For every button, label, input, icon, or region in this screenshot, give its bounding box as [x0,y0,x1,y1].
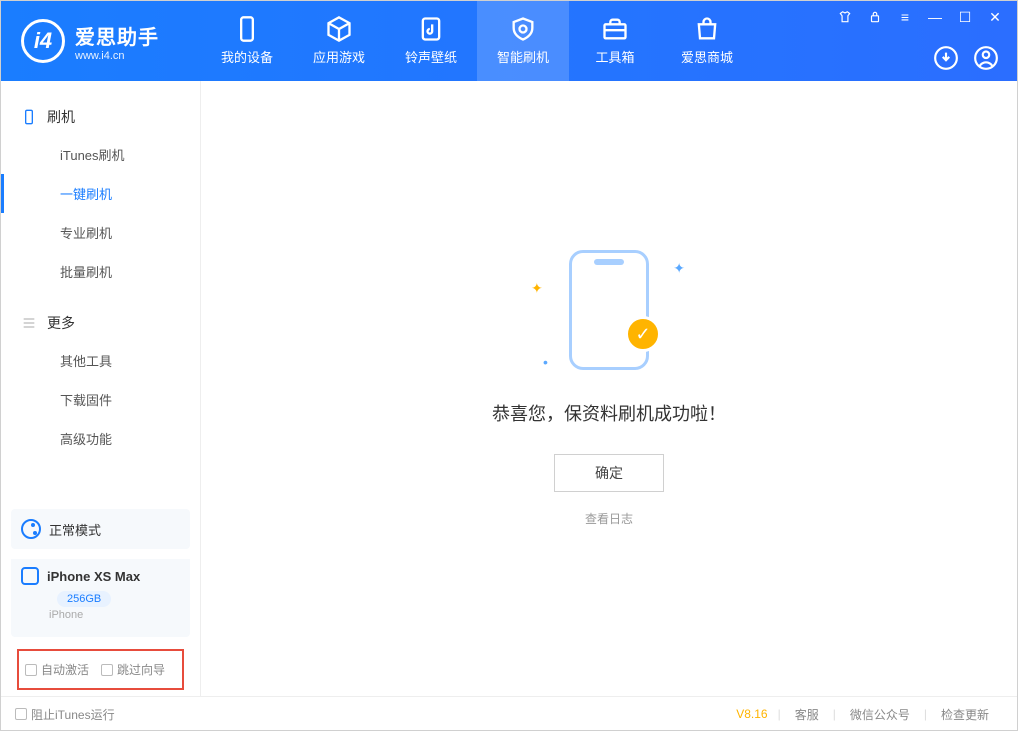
main-content: ✦ ✦ • ✓ 恭喜您，保资料刷机成功啦！ 确定 查看日志 [201,81,1017,696]
footer-link-wechat[interactable]: 微信公众号 [836,706,924,723]
nav-store[interactable]: 爱思商城 [661,1,753,81]
sidebar-item-itunes[interactable]: iTunes刷机 [1,135,200,174]
nav-ring[interactable]: 铃声壁纸 [385,1,477,81]
success-message: 恭喜您，保资料刷机成功啦！ [492,400,726,426]
minimize-icon[interactable]: — [925,7,945,27]
window-controls: ≡ — ☐ ✕ [835,7,1005,27]
sidebar-item-batch[interactable]: 批量刷机 [1,252,200,291]
app-url: www.i4.cn [75,50,159,62]
sparkle-icon: • [543,354,548,370]
nav-tools[interactable]: 工具箱 [569,1,661,81]
sidebar-group-flash: 刷机 [1,99,200,135]
cube-icon [325,17,353,41]
phone-icon [233,17,261,41]
sidebar-item-oneclick[interactable]: 一键刷机 [1,174,200,213]
nav-apps[interactable]: 应用游戏 [293,1,385,81]
nav-label: 爱思商城 [681,47,733,66]
logo-icon: i4 [21,19,65,63]
checkbox-block-itunes[interactable]: 阻止iTunes运行 [15,706,115,723]
sidebar: 刷机 iTunes刷机 一键刷机 专业刷机 批量刷机 更多 其他工具 下载固件 … [1,81,201,696]
sidebar-item-advanced[interactable]: 高级功能 [1,419,200,458]
app-title: 爱思助手 [75,21,159,50]
sparkle-icon: ✦ [531,280,543,297]
phone-icon [21,109,37,125]
bag-icon [693,17,721,41]
mode-icon [21,519,41,539]
device-panel: 正常模式 iPhone XS Max 256GB iPhone 自动激活 跳过向… [11,509,190,696]
version-label: V8.16 [736,707,777,721]
nav-label: 铃声壁纸 [405,47,457,66]
nav-label: 应用游戏 [313,47,365,66]
music-file-icon [417,17,445,41]
mode-label: 正常模式 [49,520,101,539]
maximize-icon[interactable]: ☐ [955,7,975,27]
logo-area: i4 爱思助手 www.i4.cn [1,19,201,63]
refresh-shield-icon [509,17,537,41]
menu-icon[interactable]: ≡ [895,7,915,27]
close-icon[interactable]: ✕ [985,7,1005,27]
check-badge-icon: ✓ [625,316,661,352]
success-illustration: ✦ ✦ • ✓ [549,250,669,370]
device-mode[interactable]: 正常模式 [11,509,190,549]
sidebar-item-pro[interactable]: 专业刷机 [1,213,200,252]
sidebar-group-more: 更多 [1,305,200,341]
device-name: iPhone XS Max [47,569,140,584]
nav-flash[interactable]: 智能刷机 [477,1,569,81]
nav-label: 我的设备 [221,47,273,66]
sidebar-item-other[interactable]: 其他工具 [1,341,200,380]
toolbox-icon [601,17,629,41]
view-log-link[interactable]: 查看日志 [585,510,633,527]
status-bar: 阻止iTunes运行 V8.16 | 客服 | 微信公众号 | 检查更新 [1,696,1017,731]
tshirt-icon[interactable] [835,7,855,27]
header-right-icons [933,45,999,71]
ok-button[interactable]: 确定 [554,454,664,492]
nav-label: 智能刷机 [497,47,549,66]
highlighted-options: 自动激活 跳过向导 [17,649,184,690]
footer-link-cs[interactable]: 客服 [781,706,833,723]
top-nav: 我的设备 应用游戏 铃声壁纸 智能刷机 工具箱 爱思商城 [201,1,753,81]
checkbox-auto-activate[interactable]: 自动激活 [25,661,89,678]
device-type: iPhone [11,607,190,631]
checkbox-skip-guide[interactable]: 跳过向导 [101,661,165,678]
nav-device[interactable]: 我的设备 [201,1,293,81]
list-icon [21,315,37,331]
device-name-row[interactable]: iPhone XS Max [11,559,190,589]
download-icon[interactable] [933,45,959,71]
lock-icon[interactable] [865,7,885,27]
sidebar-item-firmware[interactable]: 下载固件 [1,380,200,419]
group-title: 刷机 [47,107,75,127]
header-bar: i4 爱思助手 www.i4.cn 我的设备 应用游戏 铃声壁纸 智能刷机 工具… [1,1,1017,81]
phone-illustration [569,250,649,370]
group-title: 更多 [47,313,75,333]
user-icon[interactable] [973,45,999,71]
device-capacity: 256GB [57,591,111,607]
device-icon [21,567,39,585]
footer-link-update[interactable]: 检查更新 [927,706,1003,723]
sparkle-icon: ✦ [673,260,685,277]
nav-label: 工具箱 [595,47,634,66]
